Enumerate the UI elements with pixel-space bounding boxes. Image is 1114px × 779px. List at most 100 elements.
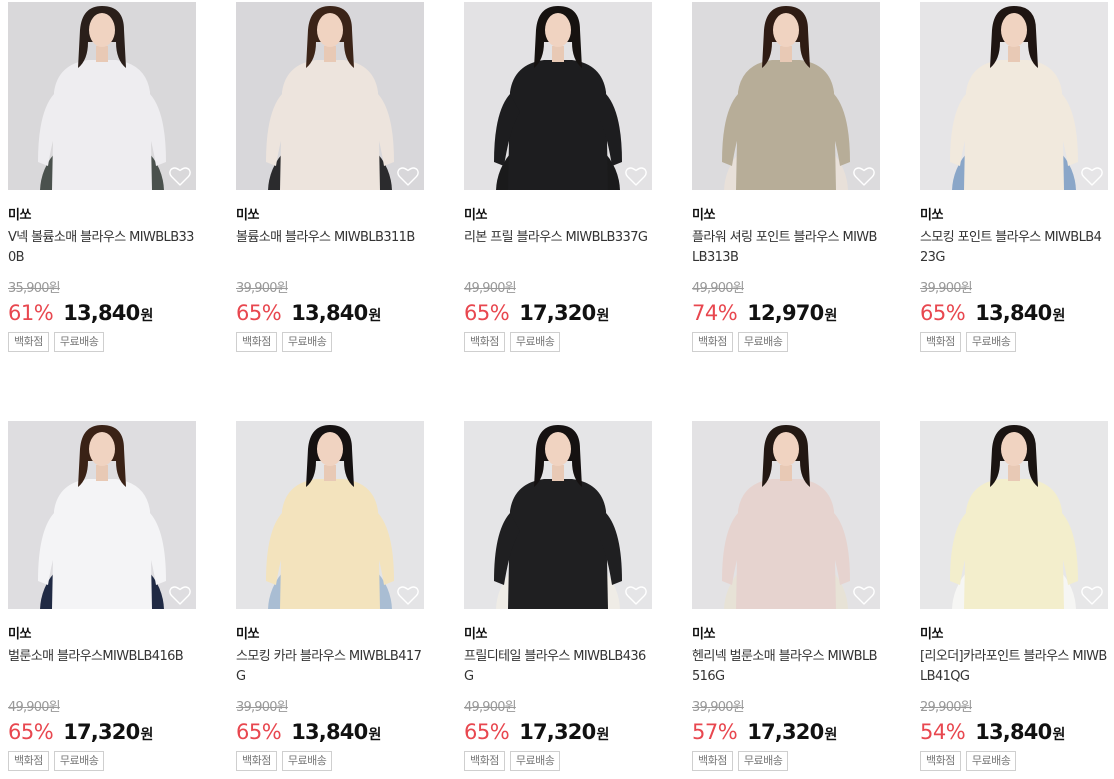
department-store-badge: 백화점: [464, 751, 505, 771]
product-card[interactable]: 미쏘 플라워 셔링 포인트 블라우스 MIWBLB313B 49,900원 74…: [692, 2, 880, 352]
product-name[interactable]: 플라워 셔링 포인트 블라우스 MIWBLB313B: [692, 228, 880, 268]
price-row: 65% 13,840 원: [236, 720, 424, 746]
department-store-badge: 백화점: [8, 751, 49, 771]
product-photo: [464, 2, 652, 190]
badge-list: 백화점 무료배송: [920, 332, 1108, 352]
sale-price: 13,840: [291, 301, 368, 325]
wishlist-heart-icon[interactable]: [1080, 165, 1104, 187]
product-name[interactable]: 헨리넥 벌룬소매 블라우스 MIWBLB516G: [692, 647, 880, 687]
currency-unit: 원: [824, 727, 838, 743]
product-image[interactable]: [464, 2, 652, 190]
original-price: 49,900원: [464, 700, 517, 715]
product-card[interactable]: 미쏘 V넥 볼륨소매 블라우스 MIWBLB330B 35,900원 61% 1…: [8, 2, 196, 352]
product-image[interactable]: [8, 2, 196, 190]
wishlist-heart-icon[interactable]: [1080, 584, 1104, 606]
original-price: 39,900원: [236, 281, 289, 296]
product-name[interactable]: 리본 프릴 블라우스 MIWBLB337G: [464, 228, 652, 268]
currency-unit: 원: [140, 308, 154, 324]
free-shipping-badge: 무료배송: [53, 751, 105, 771]
product-image[interactable]: [464, 421, 652, 609]
wishlist-heart-icon[interactable]: [396, 165, 420, 187]
brand-name[interactable]: 미쏘: [692, 204, 880, 223]
price-row: 61% 13,840 원: [8, 301, 196, 327]
wishlist-heart-icon[interactable]: [168, 584, 192, 606]
wishlist-heart-icon[interactable]: [624, 165, 648, 187]
product-image[interactable]: [920, 2, 1108, 190]
brand-name[interactable]: 미쏘: [8, 623, 196, 642]
currency-unit: 원: [596, 727, 610, 743]
price-row: 57% 17,320 원: [692, 720, 880, 746]
product-card[interactable]: 미쏘 프릴디테일 블라우스 MIWBLB436G 49,900원 65% 17,…: [464, 421, 652, 771]
badge-list: 백화점 무료배송: [920, 751, 1108, 771]
original-price: 39,900원: [920, 281, 973, 296]
brand-name[interactable]: 미쏘: [692, 623, 880, 642]
product-photo: [236, 2, 424, 190]
sale-price: 13,840: [975, 720, 1052, 744]
price-row: 65% 17,320 원: [8, 720, 196, 746]
product-name[interactable]: 볼륨소매 블라우스 MIWBLB311B: [236, 228, 424, 268]
currency-unit: 원: [1052, 727, 1066, 743]
product-name[interactable]: [리오더]카라포인트 블라우스 MIWBLB41QG: [920, 647, 1108, 687]
discount-rate: 61%: [8, 301, 54, 325]
department-store-badge: 백화점: [236, 751, 277, 771]
product-image[interactable]: [692, 421, 880, 609]
product-card[interactable]: 미쏘 리본 프릴 블라우스 MIWBLB337G 49,900원 65% 17,…: [464, 2, 652, 352]
product-card[interactable]: 미쏘 벌룬소매 블라우스MIWBLB416B 49,900원 65% 17,32…: [8, 421, 196, 771]
free-shipping-badge: 무료배송: [965, 751, 1017, 771]
product-image[interactable]: [236, 421, 424, 609]
sale-price: 17,320: [747, 720, 824, 744]
product-name[interactable]: 프릴디테일 블라우스 MIWBLB436G: [464, 647, 652, 687]
product-image[interactable]: [236, 2, 424, 190]
product-card[interactable]: 미쏘 스모킹 카라 블라우스 MIWBLB417G 39,900원 65% 13…: [236, 421, 424, 771]
product-card[interactable]: 미쏘 볼륨소매 블라우스 MIWBLB311B 39,900원 65% 13,8…: [236, 2, 424, 352]
free-shipping-badge: 무료배송: [281, 751, 333, 771]
product-photo: [692, 421, 880, 609]
product-image[interactable]: [692, 2, 880, 190]
badge-list: 백화점 무료배송: [692, 751, 880, 771]
free-shipping-badge: 무료배송: [737, 332, 789, 352]
sale-price: 12,970: [747, 301, 824, 325]
discount-rate: 65%: [236, 301, 282, 325]
brand-name[interactable]: 미쏘: [464, 204, 652, 223]
currency-unit: 원: [1052, 308, 1066, 324]
wishlist-heart-icon[interactable]: [852, 165, 876, 187]
wishlist-heart-icon[interactable]: [396, 584, 420, 606]
sale-price: 17,320: [519, 720, 596, 744]
free-shipping-badge: 무료배송: [965, 332, 1017, 352]
discount-rate: 65%: [464, 301, 510, 325]
brand-name[interactable]: 미쏘: [236, 204, 424, 223]
product-grid: 미쏘 V넥 볼륨소매 블라우스 MIWBLB330B 35,900원 61% 1…: [0, 0, 1114, 779]
brand-name[interactable]: 미쏘: [8, 204, 196, 223]
product-name[interactable]: 스모킹 카라 블라우스 MIWBLB417G: [236, 647, 424, 687]
original-price: 49,900원: [692, 281, 745, 296]
free-shipping-badge: 무료배송: [509, 332, 561, 352]
brand-name[interactable]: 미쏘: [920, 623, 1108, 642]
original-price: 49,900원: [464, 281, 517, 296]
product-image[interactable]: [8, 421, 196, 609]
product-card[interactable]: 미쏘 [리오더]카라포인트 블라우스 MIWBLB41QG 29,900원 54…: [920, 421, 1108, 771]
wishlist-heart-icon[interactable]: [852, 584, 876, 606]
product-image[interactable]: [920, 421, 1108, 609]
product-name[interactable]: 스모킹 포인트 블라우스 MIWBLB423G: [920, 228, 1108, 268]
brand-name[interactable]: 미쏘: [236, 623, 424, 642]
product-card[interactable]: 미쏘 헨리넥 벌룬소매 블라우스 MIWBLB516G 39,900원 57% …: [692, 421, 880, 771]
badge-list: 백화점 무료배송: [464, 332, 652, 352]
brand-name[interactable]: 미쏘: [920, 204, 1108, 223]
price-row: 54% 13,840 원: [920, 720, 1108, 746]
product-card[interactable]: 미쏘 스모킹 포인트 블라우스 MIWBLB423G 39,900원 65% 1…: [920, 2, 1108, 352]
department-store-badge: 백화점: [236, 332, 277, 352]
wishlist-heart-icon[interactable]: [624, 584, 648, 606]
discount-rate: 74%: [692, 301, 738, 325]
badge-list: 백화점 무료배송: [236, 332, 424, 352]
wishlist-heart-icon[interactable]: [168, 165, 192, 187]
product-photo: [692, 2, 880, 190]
currency-unit: 원: [824, 308, 838, 324]
original-price: 39,900원: [692, 700, 745, 715]
price-row: 65% 17,320 원: [464, 301, 652, 327]
badge-list: 백화점 무료배송: [236, 751, 424, 771]
currency-unit: 원: [368, 308, 382, 324]
brand-name[interactable]: 미쏘: [464, 623, 652, 642]
sale-price: 17,320: [519, 301, 596, 325]
product-name[interactable]: 벌룬소매 블라우스MIWBLB416B: [8, 647, 196, 687]
product-name[interactable]: V넥 볼륨소매 블라우스 MIWBLB330B: [8, 228, 196, 268]
